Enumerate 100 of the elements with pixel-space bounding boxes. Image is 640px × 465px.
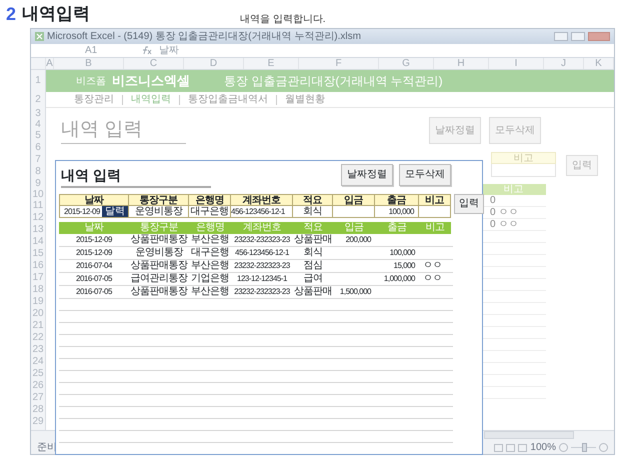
sheet-heading: 내역 입력: [61, 116, 186, 144]
maximize-button[interactable]: [571, 32, 585, 41]
row-number[interactable]: 17: [31, 272, 45, 284]
sheet-button[interactable]: 날짜정렬: [429, 116, 481, 144]
row-number[interactable]: 25: [31, 368, 45, 380]
column-header[interactable]: G: [379, 58, 434, 69]
sheet-nav-link[interactable]: 월별현황: [276, 94, 333, 104]
row-number[interactable]: 8: [31, 166, 45, 178]
zoom-slider-thumb[interactable]: [582, 443, 586, 452]
input-cell[interactable]: 456-123456-12-1: [231, 206, 293, 218]
row-number[interactable]: 13: [31, 224, 45, 236]
page-break-icon[interactable]: [518, 444, 528, 452]
column-header: 통장구분: [129, 194, 189, 206]
row-number[interactable]: 9: [31, 178, 45, 189]
column-header[interactable]: K: [584, 58, 614, 69]
row-number[interactable]: 5: [31, 130, 45, 142]
sheet-nav-link[interactable]: 내역입력: [122, 94, 179, 104]
table-cell-text: 급여: [302, 273, 324, 285]
column-header: 비고: [419, 194, 451, 206]
column-header[interactable]: I: [489, 58, 544, 69]
name-box[interactable]: A1: [35, 44, 135, 56]
window-title: Microsoft Excel - (5149) 통장 입출금관리대장(거래내역 누적관리).xlsm: [47, 30, 362, 44]
column-header[interactable]: H: [434, 58, 489, 69]
table-cell-text: 상품판매통장: [130, 286, 189, 298]
zoom-in-icon[interactable]: [599, 443, 608, 452]
column-header[interactable]: C: [124, 58, 184, 69]
table-cell-text: 23232-232323-23: [233, 234, 291, 246]
column-header: 출금: [375, 194, 419, 206]
column-header[interactable]: A: [46, 58, 54, 69]
table-cell-text: 2015-12-09: [75, 234, 113, 246]
sheet-nav-link[interactable]: 통장입출금내역서: [179, 94, 276, 104]
section-title: 내역입력: [22, 4, 90, 24]
row-number[interactable]: 29: [31, 416, 45, 428]
enter-button[interactable]: 입력: [566, 154, 598, 176]
row-number[interactable]: 2: [31, 92, 45, 108]
row-number[interactable]: 7: [31, 154, 45, 166]
input-cell[interactable]: [333, 206, 375, 218]
column-header: 통장구분: [129, 222, 189, 234]
column-header[interactable]: D: [184, 58, 244, 69]
zoom-out-icon[interactable]: [559, 443, 568, 452]
row-number[interactable]: 23: [31, 344, 45, 356]
normal-view-icon[interactable]: [494, 444, 504, 452]
column-header: 적요: [293, 194, 333, 206]
row-number[interactable]: 1: [31, 70, 45, 92]
column-header[interactable]: E: [244, 58, 299, 69]
row-number[interactable]: 19: [31, 296, 45, 308]
panel-button[interactable]: 날짜정렬: [341, 164, 393, 186]
page-layout-icon[interactable]: [506, 444, 516, 452]
close-button[interactable]: [588, 32, 610, 41]
row-number[interactable]: 28: [31, 404, 45, 416]
row-number[interactable]: 18: [31, 284, 45, 296]
sheet-nav-link[interactable]: 통장관리: [66, 94, 122, 104]
date-input[interactable]: 2015-12-09: [60, 206, 100, 218]
column-header: 출금: [375, 222, 419, 234]
row-number[interactable]: 14: [31, 236, 45, 248]
row-number[interactable]: 27: [31, 392, 45, 404]
table-cell-text: 23232-232323-23: [233, 260, 291, 272]
zoom-level[interactable]: 100%: [530, 440, 556, 455]
row-number[interactable]: 22: [31, 332, 45, 344]
row-number[interactable]: 15: [31, 248, 45, 260]
column-header[interactable]: J: [544, 58, 584, 69]
input-cell[interactable]: 회식: [293, 206, 333, 218]
row-number[interactable]: 3: [31, 108, 45, 119]
calendar-button[interactable]: 달력: [102, 206, 128, 217]
row-number[interactable]: 6: [31, 142, 45, 154]
table-cell-text: 상품판매통장: [130, 260, 189, 272]
row-number[interactable]: 12: [31, 212, 45, 224]
column-header[interactable]: B: [54, 58, 124, 69]
input-cell[interactable]: 운영비통장: [129, 206, 189, 218]
panel-button[interactable]: 모두삭제: [399, 164, 451, 186]
formula-field[interactable]: 날짜: [159, 43, 610, 58]
horizontal-scrollbar[interactable]: [484, 431, 574, 439]
table-cell-text: 부산은행: [190, 234, 230, 246]
column-header: 은행명: [189, 194, 231, 206]
input-cell[interactable]: 100,000: [375, 206, 419, 218]
row-number[interactable]: 4: [31, 119, 45, 130]
sheet-title: 통장 입출금관리대장(거래내역 누적관리): [224, 73, 443, 90]
row-number[interactable]: 16: [31, 260, 45, 272]
table-cell-text: 급여관리통장: [130, 273, 189, 285]
function-icon[interactable]: [141, 46, 153, 55]
input-cell[interactable]: [419, 206, 451, 218]
brand-tag: 비즈폼: [76, 74, 106, 88]
row-number[interactable]: 10: [31, 189, 45, 200]
brand-name: 비즈니스엑셀: [112, 72, 190, 90]
enter-button[interactable]: 입력: [454, 194, 484, 214]
input-cell[interactable]: 대구은행: [189, 206, 231, 218]
sheet-button[interactable]: 모두삭제: [489, 116, 541, 144]
row-number[interactable]: 24: [31, 356, 45, 368]
table-cell-text: 상품판매통장: [130, 234, 189, 246]
column-header[interactable]: F: [299, 58, 379, 69]
minimize-button[interactable]: [554, 32, 568, 41]
row-number[interactable]: 20: [31, 308, 45, 320]
table-cell-text: 456-123456-12-1: [234, 247, 290, 259]
row-number[interactable]: 11: [31, 200, 45, 212]
column-header: 날짜: [59, 194, 129, 206]
column-header: 비고: [419, 222, 451, 234]
row-number[interactable]: 21: [31, 320, 45, 332]
table-cell-text: 부산은행: [190, 260, 230, 272]
row-number[interactable]: 26: [31, 380, 45, 392]
column-header: 입금: [333, 222, 375, 234]
